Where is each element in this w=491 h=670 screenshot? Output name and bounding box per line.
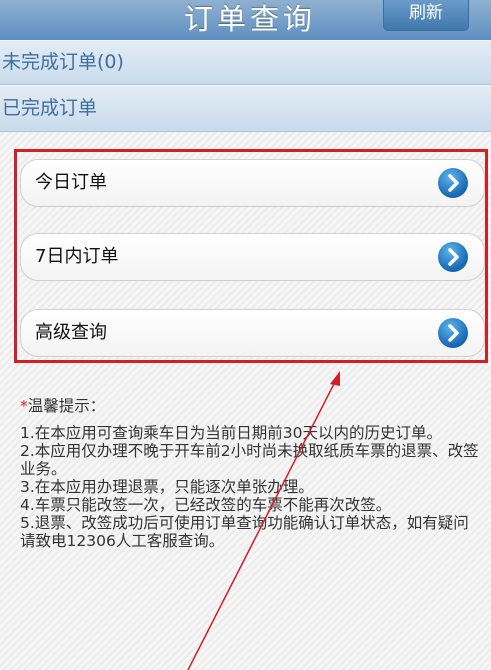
annotation-arrow [187, 371, 340, 670]
